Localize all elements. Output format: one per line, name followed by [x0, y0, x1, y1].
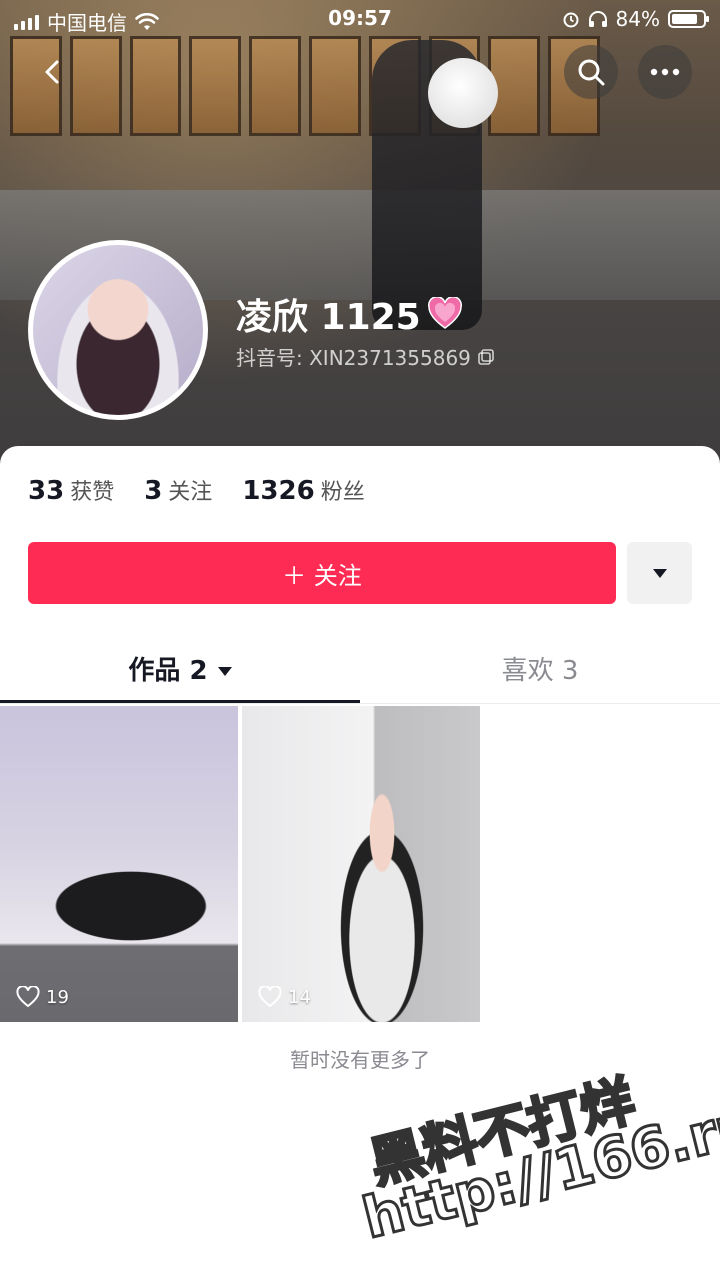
search-icon — [578, 59, 605, 86]
headphones-icon — [588, 11, 607, 27]
tab-likes-label: 喜欢 3 — [501, 656, 579, 686]
tab-likes[interactable]: 喜欢 3 — [360, 650, 720, 687]
profile-stats: 33 获赞 3 关注 1326 粉丝 — [28, 474, 365, 506]
chevron-left-icon — [45, 60, 59, 84]
caret-down-icon — [217, 667, 232, 676]
video-thumbnail[interactable]: 19 — [0, 706, 238, 1022]
video-grid: 19 14 — [0, 706, 720, 1022]
status-bar: 中国电信 09:57 84% — [0, 0, 720, 36]
alarm-icon — [563, 12, 579, 28]
follow-button[interactable]: ＋ 关注 — [28, 542, 616, 604]
heart-outline-icon — [258, 986, 282, 1008]
cover-dog — [428, 58, 498, 128]
more-horizontal-icon — [650, 68, 680, 76]
pink-heart-icon — [427, 297, 462, 329]
profile-tabs: 作品 2 喜欢 3 — [0, 640, 720, 704]
avatar[interactable] — [28, 240, 208, 420]
douyin-id[interactable]: 抖音号: XIN2371355869 — [236, 342, 495, 371]
username-text: 凌欣 1125 — [236, 297, 421, 338]
copy-icon — [478, 348, 494, 365]
video-thumbnail[interactable]: 14 — [242, 706, 480, 1022]
battery-percent: 84% — [615, 7, 660, 31]
follow-button-label: ＋ 关注 — [282, 561, 362, 590]
recommend-dropdown-button[interactable] — [627, 542, 692, 604]
stat-followers[interactable]: 1326 粉丝 — [242, 474, 364, 506]
back-button[interactable] — [26, 45, 80, 99]
video-likes: 14 — [258, 986, 311, 1008]
username: 凌欣 1125 — [236, 288, 463, 340]
tab-works-label: 作品 2 — [128, 656, 208, 686]
more-button[interactable] — [638, 45, 692, 99]
tab-works[interactable]: 作品 2 — [0, 650, 360, 687]
stat-following[interactable]: 3 关注 — [144, 474, 212, 506]
search-button[interactable] — [564, 45, 618, 99]
tab-indicator — [0, 700, 360, 703]
douyin-id-text: 抖音号: XIN2371355869 — [236, 346, 471, 370]
caret-down-icon — [652, 569, 667, 578]
battery-icon — [668, 10, 709, 28]
heart-outline-icon — [16, 986, 40, 1008]
video-likes: 19 — [16, 986, 69, 1008]
stat-likes[interactable]: 33 获赞 — [28, 474, 114, 506]
